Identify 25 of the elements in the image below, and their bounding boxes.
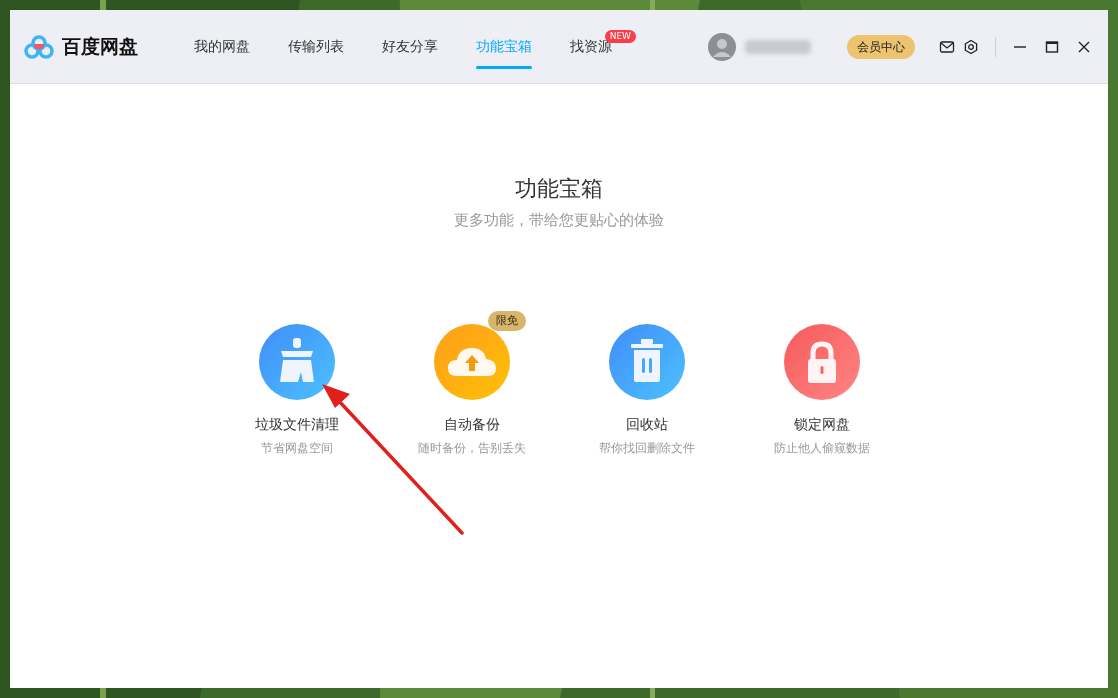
nav-tab[interactable]: 传输列表: [288, 9, 344, 84]
blurred-username-icon: [745, 39, 811, 54]
tool-description: 帮你找回删除文件: [598, 439, 695, 457]
mail-icon[interactable]: [939, 38, 955, 55]
broom-icon[interactable]: [258, 323, 335, 400]
tool-title[interactable]: 锁定网盘: [793, 413, 850, 435]
nav-tab[interactable]: 我的网盘: [194, 9, 250, 84]
vip-center-button[interactable]: 会员中心: [847, 34, 915, 59]
tool-description: 防止他人偷窥数据: [773, 439, 870, 457]
avatar-icon: [707, 31, 737, 62]
lock-icon[interactable]: [783, 323, 860, 400]
settings-icon[interactable]: [963, 38, 979, 55]
cloud-logo-icon: [24, 33, 54, 60]
tool-title[interactable]: 自动备份: [443, 413, 500, 435]
tool-description: 随时备份，告别丢失: [417, 439, 526, 457]
app-name: 百度网盘: [62, 34, 138, 60]
tool-title[interactable]: 回收站: [625, 413, 668, 435]
page-title: 功能宝箱: [515, 175, 603, 203]
tool-description: 节省网盘空间: [260, 439, 333, 457]
nav-tab[interactable]: 好友分享: [382, 9, 438, 84]
trash-icon[interactable]: [608, 323, 685, 400]
page-subtitle: 更多功能，带给您更贴心的体验: [454, 210, 664, 231]
maximize-icon[interactable]: [1044, 38, 1060, 55]
tool-title[interactable]: 垃圾文件清理: [254, 413, 339, 435]
free-badge: 限免: [488, 310, 526, 331]
